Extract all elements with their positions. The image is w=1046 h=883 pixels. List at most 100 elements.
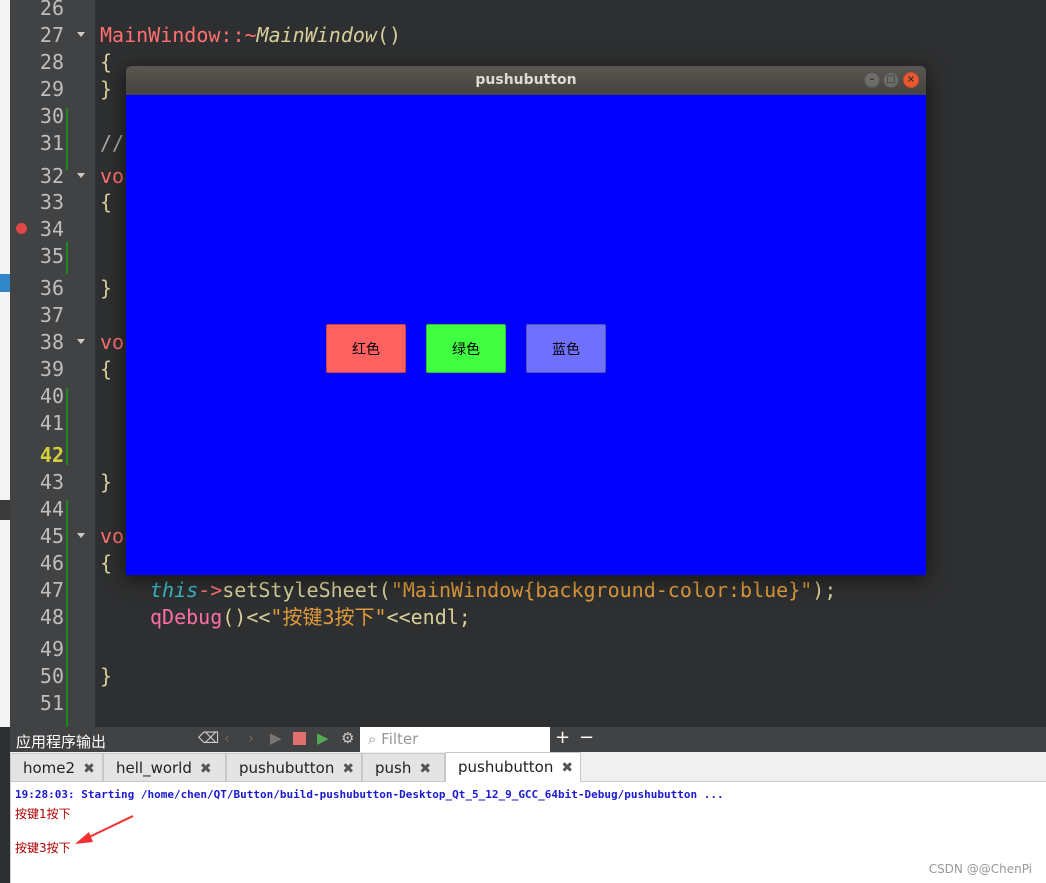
close-tab-icon[interactable]: ✖ <box>200 761 212 777</box>
code-token: setStyleSheet( <box>222 578 391 602</box>
code-line: } <box>100 469 112 495</box>
code-token: -> <box>198 578 223 602</box>
gear-icon[interactable]: ⚙ <box>341 729 354 747</box>
tab-label: pushubutton <box>239 759 335 777</box>
code-line: { <box>100 356 112 382</box>
fold-arrow-icon[interactable] <box>77 339 85 344</box>
code-token: "MainWindow{background-color:blue}" <box>390 578 813 602</box>
line-number: 34 <box>39 217 64 241</box>
change-marker <box>66 108 68 170</box>
blue-button[interactable]: 蓝色 <box>526 324 606 373</box>
code-line: qDebug()<<"按键3按下"<<endl; <box>150 604 471 630</box>
code-line: this->setStyleSheet("MainWindow{backgrou… <box>150 577 836 603</box>
red-button[interactable]: 红色 <box>326 324 406 373</box>
tab-pushubutton-1[interactable]: pushubutton ✖ <box>226 753 362 782</box>
maximize-icon[interactable]: □ <box>883 72 899 88</box>
code-line: vo <box>100 163 124 189</box>
code-token: <<endl; <box>386 605 471 629</box>
watermark: CSDN @@ChenPi <box>928 862 1032 876</box>
filter-input[interactable]: ⌕ Filter <box>360 727 550 752</box>
line-number: 30 <box>39 104 64 128</box>
debug-run-icon[interactable]: ▶ <box>317 729 329 747</box>
left-panel-selection <box>0 274 10 292</box>
tab-pushubutton-active[interactable]: pushubutton ✖ <box>445 752 581 783</box>
code-token: this <box>150 578 199 602</box>
close-tab-icon[interactable]: ✖ <box>561 760 573 776</box>
code-line: { <box>100 550 112 576</box>
green-button[interactable]: 绿色 <box>426 324 506 373</box>
code-token: qDebug <box>150 605 223 629</box>
code-line: } <box>100 275 112 301</box>
line-number: 45 <box>39 524 64 548</box>
code-token: { <box>100 50 113 74</box>
tab-home2[interactable]: home2 ✖ <box>10 753 103 782</box>
next-icon[interactable]: › <box>248 729 254 747</box>
line-number: 50 <box>39 664 64 688</box>
close-icon[interactable]: × <box>903 72 919 88</box>
tab-label: push <box>375 759 412 777</box>
filter-placeholder: Filter <box>381 730 419 748</box>
close-tab-icon[interactable]: ✖ <box>83 761 95 777</box>
code-token: MainWindow <box>256 23 377 47</box>
run-icon[interactable]: ▶ <box>270 729 282 747</box>
code-token: () <box>376 23 402 47</box>
line-number: 31 <box>39 131 64 155</box>
close-tab-icon[interactable]: ✖ <box>342 761 354 777</box>
add-button[interactable]: + <box>555 727 570 748</box>
line-number: 35 <box>39 244 64 268</box>
tab-hell-world[interactable]: hell_world ✖ <box>103 753 226 782</box>
tab-label: home2 <box>23 759 76 777</box>
line-number: 33 <box>39 190 64 214</box>
change-marker <box>66 388 68 465</box>
minimize-icon[interactable]: – <box>864 72 880 88</box>
change-marker <box>66 500 68 748</box>
line-number: 32 <box>39 164 64 188</box>
window-titlebar[interactable]: pushubutton – □ × <box>126 66 926 95</box>
left-panel-edge <box>0 0 10 727</box>
line-number: 27 <box>39 23 64 47</box>
code-token: } <box>100 664 113 688</box>
line-number: 41 <box>39 411 64 435</box>
output-line: 19:28:03: Starting /home/chen/QT/Button/… <box>15 788 724 801</box>
code-line: { <box>100 49 112 75</box>
code-token: ::~ <box>220 23 257 47</box>
code-line: } <box>100 663 112 689</box>
window-title: pushubutton <box>475 72 577 88</box>
clear-icon[interactable]: ⌫ <box>198 729 219 747</box>
line-number: 37 <box>39 303 64 327</box>
line-number: 47 <box>39 578 64 602</box>
code-token: } <box>100 77 113 101</box>
line-number: 26 <box>39 0 64 20</box>
output-line: 按键3按下 <box>15 841 71 855</box>
change-marker <box>66 242 68 274</box>
tab-push[interactable]: push ✖ <box>362 753 445 782</box>
code-token: MainWindow <box>100 23 221 47</box>
fold-arrow-icon[interactable] <box>77 173 85 178</box>
tab-label: pushubutton <box>458 758 554 776</box>
output-toolbar: 应用程序输出 ⌫ ‹ › ▶ ▶ ⚙ ⌕ Filter + − <box>10 727 1046 752</box>
code-token: { <box>100 357 113 381</box>
stop-icon[interactable] <box>293 732 306 745</box>
code-line: MainWindow::~MainWindow() <box>100 22 401 48</box>
fold-arrow-icon[interactable] <box>77 32 85 37</box>
line-number: 43 <box>39 470 64 494</box>
output-tabs: home2 ✖ hell_world ✖ pushubutton ✖ push ✖ pu… <box>10 752 1046 783</box>
line-number: 48 <box>39 605 64 629</box>
output-pane-title: 应用程序输出 <box>16 733 107 751</box>
code-token: ); <box>812 578 837 602</box>
output-console[interactable]: 19:28:03: Starting /home/chen/QT/Button/… <box>10 782 1046 883</box>
app-window: pushubutton – □ × 红色 绿色 蓝色 <box>126 66 926 575</box>
close-tab-icon[interactable]: ✖ <box>419 761 431 777</box>
line-number: 42 <box>39 443 64 467</box>
line-number: 38 <box>39 330 64 354</box>
line-number: 29 <box>39 77 64 101</box>
code-line: } <box>100 76 112 102</box>
code-line: vo <box>100 523 124 549</box>
code-token: "按键3按下" <box>270 605 387 629</box>
fold-arrow-icon[interactable] <box>77 533 85 538</box>
annotation-arrow-icon <box>75 815 134 844</box>
line-number: 39 <box>39 357 64 381</box>
remove-button[interactable]: − <box>579 727 594 748</box>
code-token: vo <box>100 330 125 354</box>
prev-icon[interactable]: ‹ <box>224 729 230 747</box>
